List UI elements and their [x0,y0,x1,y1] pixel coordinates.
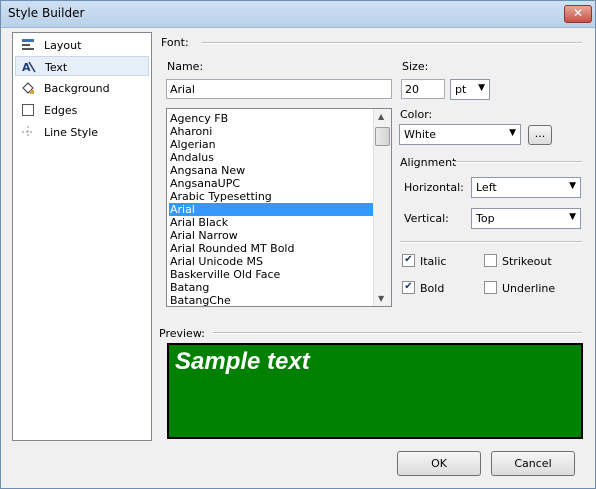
size-label: Size: [402,60,429,73]
italic-label: Italic [420,255,447,268]
list-item-selected[interactable]: Arial [169,203,376,216]
scroll-up-icon[interactable]: ▲ [378,112,384,121]
vertical-label: Vertical: [404,212,449,225]
underline-label: Underline [502,282,556,295]
alignment-label: Alignment [400,156,457,169]
horizontal-align-select[interactable]: Left ▼ [471,177,581,198]
list-item[interactable]: BatangChe [169,294,376,306]
preview-pane: Sample text [167,343,583,439]
list-item[interactable]: Arial Black [169,216,376,229]
title-bar[interactable]: Style Builder ✕ [1,1,595,28]
list-item[interactable]: Algerian [169,138,376,151]
window-title: Style Builder [8,6,85,20]
font-separator [201,42,582,44]
sidebar-item-line-style[interactable]: Line Style [15,122,149,142]
font-size-input[interactable]: 20 [401,79,445,99]
list-item[interactable]: Arabic Typesetting [169,190,376,203]
list-item[interactable]: AngsanaUPC [169,177,376,190]
chevron-down-icon: ▼ [569,181,576,191]
list-item[interactable]: Arial Narrow [169,229,376,242]
layout-icon [22,39,34,50]
scrollbar-thumb[interactable] [375,127,390,146]
category-list: Layout A Text Background Edges Line Styl… [12,32,152,441]
color-browse-button[interactable]: ... [528,125,552,145]
sidebar-item-label: Line Style [44,126,99,139]
close-button[interactable]: ✕ [564,5,592,23]
italic-checkbox[interactable]: ✔ [402,254,415,267]
vertical-align-value: Top [476,212,495,225]
color-select[interactable]: White ▼ [399,124,521,145]
list-item[interactable]: Batang [169,281,376,294]
border-icon [22,104,34,116]
alignment-separator [453,161,582,163]
style-builder-window: Style Builder ✕ Layout A Text Background [0,0,596,489]
cancel-button[interactable]: Cancel [491,451,575,476]
sidebar-item-label: Text [45,61,68,74]
color-label: Color: [400,108,433,121]
list-item[interactable]: Andalus [169,151,376,164]
preview-separator [213,332,582,334]
chevron-down-icon: ▼ [569,212,576,222]
strikeout-label: Strikeout [502,255,552,268]
sidebar-item-label: Background [44,82,110,95]
preview-label: Preview: [159,327,205,340]
bold-checkbox[interactable]: ✔ [402,281,415,294]
paint-bucket-icon [22,82,34,94]
sidebar-item-label: Layout [44,39,82,52]
sidebar-item-label: Edges [44,104,78,117]
sidebar-item-text[interactable]: A Text [15,56,149,76]
font-unit-value: pt [455,83,467,96]
preview-text: Sample text [175,348,310,375]
strikeout-checkbox[interactable] [484,254,497,267]
line-style-icon [22,126,34,138]
bold-label: Bold [420,282,445,295]
scroll-down-icon[interactable]: ▼ [378,294,384,303]
font-unit-select[interactable]: pt ▼ [450,79,490,100]
name-label: Name: [167,60,204,73]
chevron-down-icon: ▼ [509,128,516,138]
font-name-input[interactable]: Arial [166,79,392,99]
vertical-align-select[interactable]: Top ▼ [471,208,581,229]
sidebar-item-background[interactable]: Background [15,78,149,98]
horizontal-label: Horizontal: [404,181,464,194]
list-item[interactable]: Aharoni [169,125,376,138]
text-style-icon: A [22,61,36,74]
list-item[interactable]: Arial Rounded MT Bold [169,242,376,255]
sidebar-item-layout[interactable]: Layout [15,35,149,55]
list-item[interactable]: Arial Unicode MS [169,255,376,268]
color-value: White [404,128,436,141]
font-group-label: Font: [161,36,189,49]
underline-checkbox[interactable] [484,281,497,294]
list-item[interactable]: Angsana New [169,164,376,177]
list-item[interactable]: Baskerville Old Face [169,268,376,281]
horizontal-align-value: Left [476,181,497,194]
font-list[interactable]: Agency FB Aharoni Algerian Andalus Angsa… [166,108,392,307]
font-list-scrollbar[interactable]: ▲ ▼ [373,109,391,306]
list-item[interactable]: Agency FB [169,112,376,125]
sidebar-item-edges[interactable]: Edges [15,100,149,120]
chevron-down-icon: ▼ [478,83,485,93]
style-separator [400,241,582,243]
ok-button[interactable]: OK [397,451,481,476]
